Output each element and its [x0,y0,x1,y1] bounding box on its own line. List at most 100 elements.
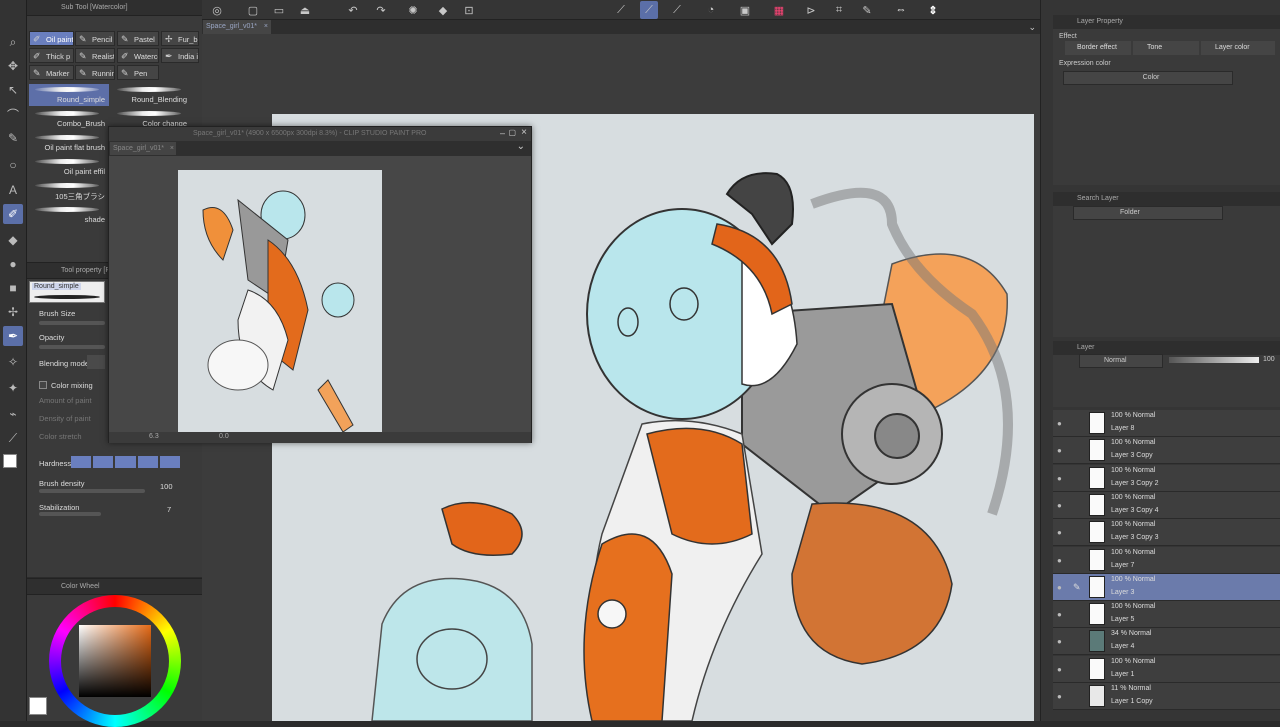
brush-preset-item[interactable]: shade [29,204,109,226]
flip-horizontal-icon[interactable]: ⊳ [802,1,820,19]
layer-row[interactable]: ● 100 % Normal Layer 7 [1053,546,1280,574]
redo-icon[interactable]: ↷ [372,1,390,19]
blend-mode-select[interactable]: Normal [1079,354,1163,368]
vertical-arrow-icon[interactable]: ⇕ [924,1,942,19]
sub-view-titlebar[interactable]: Space_girl_v01* (4900 x 6500px 300dpi 8.… [109,127,531,141]
sub-tool-group-tab[interactable]: ✎ Pastel [117,31,159,46]
minimize-icon[interactable]: – [500,128,505,138]
sub-view-tab[interactable]: Space_girl_v01* × [110,142,176,155]
brush-preset-item[interactable]: Oil paint flat brush [29,132,109,154]
eye-icon[interactable]: ● [1057,501,1062,510]
layer-row[interactable]: ● 100 % Normal Layer 3 Copy [1053,437,1280,465]
figure-tool-icon[interactable]: ○ [3,155,23,175]
brush-preset-item[interactable]: Oil paint effil [29,156,109,178]
stabilization-value[interactable]: 7 [167,505,171,514]
layer-opacity-value[interactable]: 100 [1263,356,1275,363]
transform-icon[interactable]: ⊡ [460,1,478,19]
reference-layer-icon[interactable]: ▣ [736,1,754,19]
zoom-tool-icon[interactable]: ⌕ [3,32,23,52]
sub-view-thumbnail[interactable] [178,170,382,433]
open-folder-icon[interactable]: ▭ [270,1,288,19]
brush-preset-item[interactable]: Combo_Brush [29,108,109,130]
sub-tool-group-tab[interactable]: ✐ Watercolor [117,48,159,63]
sub-tool-group-tab[interactable]: ✐ Thick p [29,48,74,63]
expression-color-select[interactable]: Color [1063,71,1233,85]
brush-density-slider[interactable] [39,489,145,493]
decoration-tool-icon[interactable]: ✦ [3,378,23,398]
sub-tool-group-tab[interactable]: ✢ Fur_br [161,31,199,46]
loading-icon[interactable]: ✺ [404,1,422,19]
maximize-icon[interactable]: ▢ [508,128,516,137]
blend-tool-icon[interactable]: ● [3,254,23,274]
main-color-swatch[interactable] [3,454,17,468]
sub-view-window[interactable]: Space_girl_v01* (4900 x 6500px 300dpi 8.… [108,126,532,443]
blending-mode-select[interactable] [87,355,105,369]
pen-pressure-icon[interactable]: ⟋ [612,1,630,19]
layer-row[interactable]: ● 100 % Normal Layer 3 ✎ [1053,573,1280,601]
sub-view-close-tab-icon[interactable]: × [170,142,174,155]
layer-row[interactable]: ● 11 % Normal Layer 1 Copy [1053,683,1280,710]
layer-row[interactable]: ● 100 % Normal Layer 3 Copy 3 [1053,519,1280,547]
sub-view-angle[interactable]: 0.0 [219,433,229,440]
move-tool-icon[interactable]: ✥ [3,56,23,76]
eraser-tool-icon[interactable]: ◆ [3,230,23,250]
sub-tool-group-tab[interactable]: ✎ Running [75,65,115,80]
layer-row[interactable]: ● 100 % Normal Layer 3 Copy 2 [1053,464,1280,492]
eye-icon[interactable]: ● [1057,556,1062,565]
layer-row[interactable]: ● 100 % Normal Layer 1 [1053,655,1280,683]
close-tab-icon[interactable]: × [264,20,268,34]
horizontal-arrow-icon[interactable]: ⇔ [892,1,910,19]
brush-preset-item[interactable]: 105三角ブラシ [29,180,109,202]
ruler-pen-icon[interactable]: ⟋ [668,1,686,19]
pen-tool-icon[interactable]: ✒ [3,326,23,346]
stabilization-slider[interactable] [39,512,101,516]
record-timelapse-icon[interactable]: ▦ [770,1,788,19]
layer-opacity-slider[interactable] [1169,357,1259,363]
fill-bucket-icon[interactable]: ◆ [434,1,452,19]
brush-preset-item[interactable]: Round_Blending [111,84,191,106]
sub-tool-group-tab[interactable]: ✒ India ink [161,48,199,63]
sub-tool-group-tab[interactable]: ✎ Realist [75,48,115,63]
balloon-icon[interactable]: ◔ [702,1,720,19]
brush-preset-item[interactable]: Round_simple [29,84,109,106]
text-tool-icon[interactable]: A [3,180,23,200]
brush-size-slider[interactable] [39,321,105,325]
eye-icon[interactable]: ● [1057,528,1062,537]
sub-tool-group-tab[interactable]: ✐ Oil paint [29,31,74,46]
undo-icon[interactable]: ↶ [344,1,362,19]
layer-row[interactable]: ● 100 % Normal Layer 3 Copy 4 [1053,491,1280,519]
sub-tool-group-tab[interactable]: ✎ Pencil [75,31,115,46]
sub-tool-group-tab[interactable]: ✎ Pen [117,65,159,80]
clip-studio-icon[interactable]: ◎ [208,1,226,19]
correct-line-tool-icon[interactable]: ⌁ [3,404,23,424]
border-effect-button[interactable]: Border effect [1065,41,1131,55]
layer-row[interactable]: ● 100 % Normal Layer 5 [1053,601,1280,629]
eye-icon[interactable]: ● [1057,610,1062,619]
eye-icon[interactable]: ● [1057,692,1062,701]
sub-tool-group-tab[interactable]: ✎ Marker [29,65,74,80]
save-icon[interactable]: ⏏ [296,1,314,19]
airbrush-tool-icon[interactable]: ✧ [3,352,23,372]
eye-icon[interactable]: ● [1057,637,1062,646]
eye-icon[interactable]: ● [1057,665,1062,674]
eye-icon[interactable]: ● [1057,446,1062,455]
saturation-square[interactable] [79,625,151,697]
pencil-icon[interactable]: ✎ [858,1,876,19]
new-file-icon[interactable]: ▢ [244,1,262,19]
opacity-slider[interactable] [39,345,105,349]
lasso-tool-icon[interactable]: ⌒ [3,104,23,124]
color-mixing-checkbox[interactable] [39,381,47,389]
layer-color-button[interactable]: Layer color [1201,41,1275,55]
document-tab[interactable]: Space_girl_v01* × [203,20,271,34]
grid-icon[interactable]: ⌗ [830,1,848,19]
brush-tool-icon[interactable]: ✐ [3,204,23,224]
tone-button[interactable]: Tone [1133,41,1199,55]
main-color-chip[interactable] [29,697,47,715]
sub-view-zoom[interactable]: 6.3 [149,433,159,440]
eye-icon[interactable]: ● [1057,583,1062,592]
layer-row[interactable]: ● 100 % Normal Layer 8 [1053,410,1280,437]
vector-pen-icon[interactable]: ⟋ [640,1,658,19]
hardness-selector[interactable] [71,456,181,468]
operation-tool-icon[interactable]: ↖ [3,80,23,100]
layer-row[interactable]: ● 34 % Normal Layer 4 [1053,628,1280,656]
